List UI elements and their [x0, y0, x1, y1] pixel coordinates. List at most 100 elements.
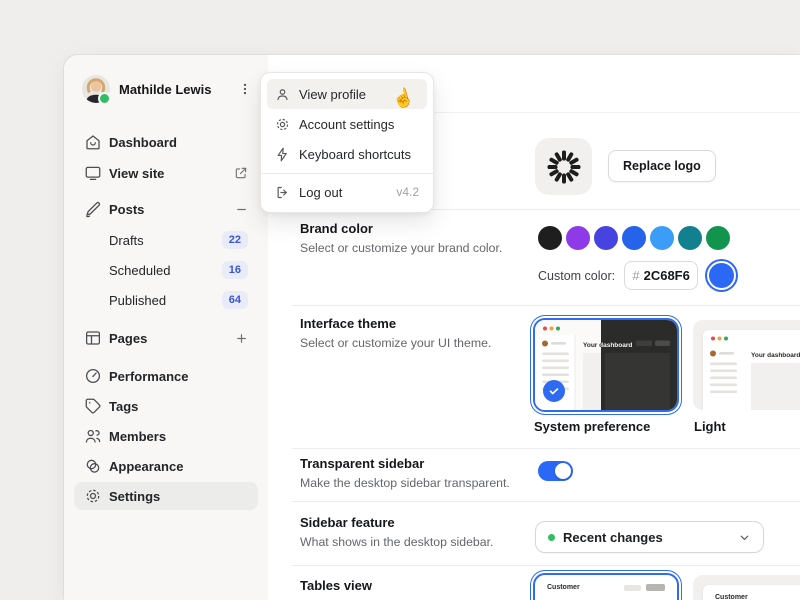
table-preview-pill	[646, 584, 665, 591]
swatch-indigo[interactable]	[594, 226, 618, 250]
monitor-icon	[84, 164, 102, 182]
sidebar-item-label: Dashboard	[109, 134, 177, 150]
sidebar-item-posts[interactable]: Posts	[74, 195, 258, 223]
transparent-sidebar-toggle[interactable]	[538, 461, 573, 481]
sidebar-item-label: Scheduled	[109, 262, 171, 278]
row-title: Interface theme	[300, 316, 397, 331]
person-icon	[275, 87, 290, 102]
table-preview-pill	[624, 585, 641, 591]
menu-item-label: Log out	[299, 184, 343, 200]
user-name: Mathilde Lewis	[119, 81, 212, 97]
custom-color-label: Custom color:	[538, 268, 616, 283]
theme-option-label-system: System preference	[534, 419, 651, 434]
gear-icon	[275, 117, 290, 132]
selected-check-icon	[543, 380, 565, 402]
sidebar-item-label: Appearance	[109, 458, 184, 474]
sidebar-item-published[interactable]: Published 64	[74, 286, 258, 314]
tag-icon	[84, 397, 102, 415]
menu-item-log-out[interactable]: Log out v4.2	[267, 177, 427, 207]
menu-item-account-settings[interactable]: Account settings	[267, 109, 427, 139]
gauge-icon	[84, 367, 102, 385]
external-link-icon[interactable]	[234, 166, 248, 180]
brand-color-swatches	[538, 226, 730, 250]
sidebar-item-settings[interactable]: Settings	[74, 482, 258, 510]
sidebar-feature-select[interactable]: Recent changes	[535, 521, 764, 553]
sidebar-item-performance[interactable]: Performance	[74, 362, 258, 390]
section-divider	[292, 305, 800, 306]
custom-color-swatch-selected[interactable]	[707, 261, 737, 290]
menu-item-label: Keyboard shortcuts	[299, 146, 412, 162]
hex-value: 2C68F6	[643, 268, 690, 283]
tables-view-option-2[interactable]: Customer	[693, 575, 800, 600]
table-preview-header: Customer	[547, 584, 580, 591]
sidebar-item-appearance[interactable]: Appearance	[74, 452, 258, 480]
sidebar-item-label: Tags	[109, 398, 139, 414]
swatch-teal[interactable]	[678, 226, 702, 250]
swatch-black[interactable]	[538, 226, 562, 250]
sidebar-item-label: Posts	[109, 201, 145, 217]
swatch-green[interactable]	[706, 226, 730, 250]
users-icon	[84, 427, 102, 445]
row-title: Sidebar feature	[300, 515, 395, 530]
sidebar-item-pages[interactable]: Pages	[74, 324, 258, 352]
add-plus-icon[interactable]	[235, 332, 248, 345]
sidebar-item-scheduled[interactable]: Scheduled 16	[74, 256, 258, 284]
sidebar-feature-label: Sidebar feature What shows in the deskto…	[300, 515, 512, 551]
sidebar-item-tags[interactable]: Tags	[74, 392, 258, 420]
hex-color-input[interactable]: # 2C68F6	[624, 261, 699, 290]
custom-color-row: Custom color: # 2C68F6	[538, 261, 737, 290]
circles-icon	[84, 457, 102, 475]
sidebar-item-label: View site	[109, 165, 165, 181]
logo-spinner-icon	[547, 150, 580, 183]
swatch-purple[interactable]	[566, 226, 590, 250]
sidebar-item-dashboard[interactable]: Dashboard	[74, 128, 258, 156]
sidebar-item-drafts[interactable]: Drafts 22	[74, 226, 258, 254]
menu-item-keyboard-shortcuts[interactable]: Keyboard shortcuts	[267, 139, 427, 169]
green-dot-icon	[548, 533, 555, 541]
theme-option-system-preference[interactable]: Your dashboard Your dashboard	[533, 318, 679, 412]
swatch-blue[interactable]	[622, 226, 646, 250]
swatch-light-blue[interactable]	[650, 226, 674, 250]
preview-title: Your dashboard	[751, 352, 800, 359]
theme-option-label-light: Light	[694, 419, 726, 434]
table-preview: Customer	[703, 585, 800, 600]
table-preview-header: Customer	[715, 594, 748, 600]
theme-option-light[interactable]: Your dashboard	[693, 320, 800, 410]
row-title: Transparent sidebar	[300, 456, 425, 471]
select-value: Recent changes	[563, 529, 663, 545]
brand-color-label: Brand color Select or customize your bra…	[300, 221, 512, 257]
row-description: What shows in the desktop sidebar.	[300, 535, 494, 549]
kebab-menu-icon[interactable]	[234, 78, 256, 100]
drafts-count-badge: 22	[221, 230, 248, 250]
pen-icon	[84, 200, 102, 218]
online-status-dot	[98, 92, 111, 105]
section-divider	[292, 565, 800, 566]
sidebar-item-label: Performance	[109, 368, 189, 384]
sidebar-item-members[interactable]: Members	[74, 422, 258, 450]
transparent-sidebar-label: Transparent sidebar Make the desktop sid…	[300, 456, 512, 492]
tables-view-option-selected[interactable]: Customer	[533, 573, 679, 600]
home-icon	[84, 133, 102, 151]
user-menu[interactable]: Mathilde Lewis	[82, 73, 256, 105]
section-divider	[292, 501, 800, 502]
collapse-minus-icon[interactable]	[235, 203, 248, 216]
row-title: Brand color	[300, 221, 373, 236]
row-title: Tables view	[300, 578, 373, 593]
sidebar-item-view-site[interactable]: View site	[74, 159, 258, 187]
sidebar-item-label: Members	[109, 428, 167, 444]
menu-divider	[261, 173, 433, 174]
version-label: v4.2	[396, 185, 419, 199]
gear-icon	[84, 487, 102, 505]
sidebar-item-label: Settings	[109, 488, 161, 504]
replace-logo-button[interactable]: Replace logo	[608, 150, 716, 182]
toggle-knob	[555, 463, 571, 479]
logout-icon	[275, 185, 290, 200]
scheduled-count-badge: 16	[221, 260, 248, 280]
menu-item-label: View profile	[299, 86, 366, 102]
section-divider	[292, 448, 800, 449]
theme-preview-light: Your dashboard	[703, 330, 800, 410]
sidebar-item-label: Pages	[109, 330, 148, 346]
chevron-down-icon	[738, 531, 751, 544]
interface-theme-label: Interface theme Select or customize your…	[300, 316, 512, 352]
zap-icon	[275, 147, 290, 162]
